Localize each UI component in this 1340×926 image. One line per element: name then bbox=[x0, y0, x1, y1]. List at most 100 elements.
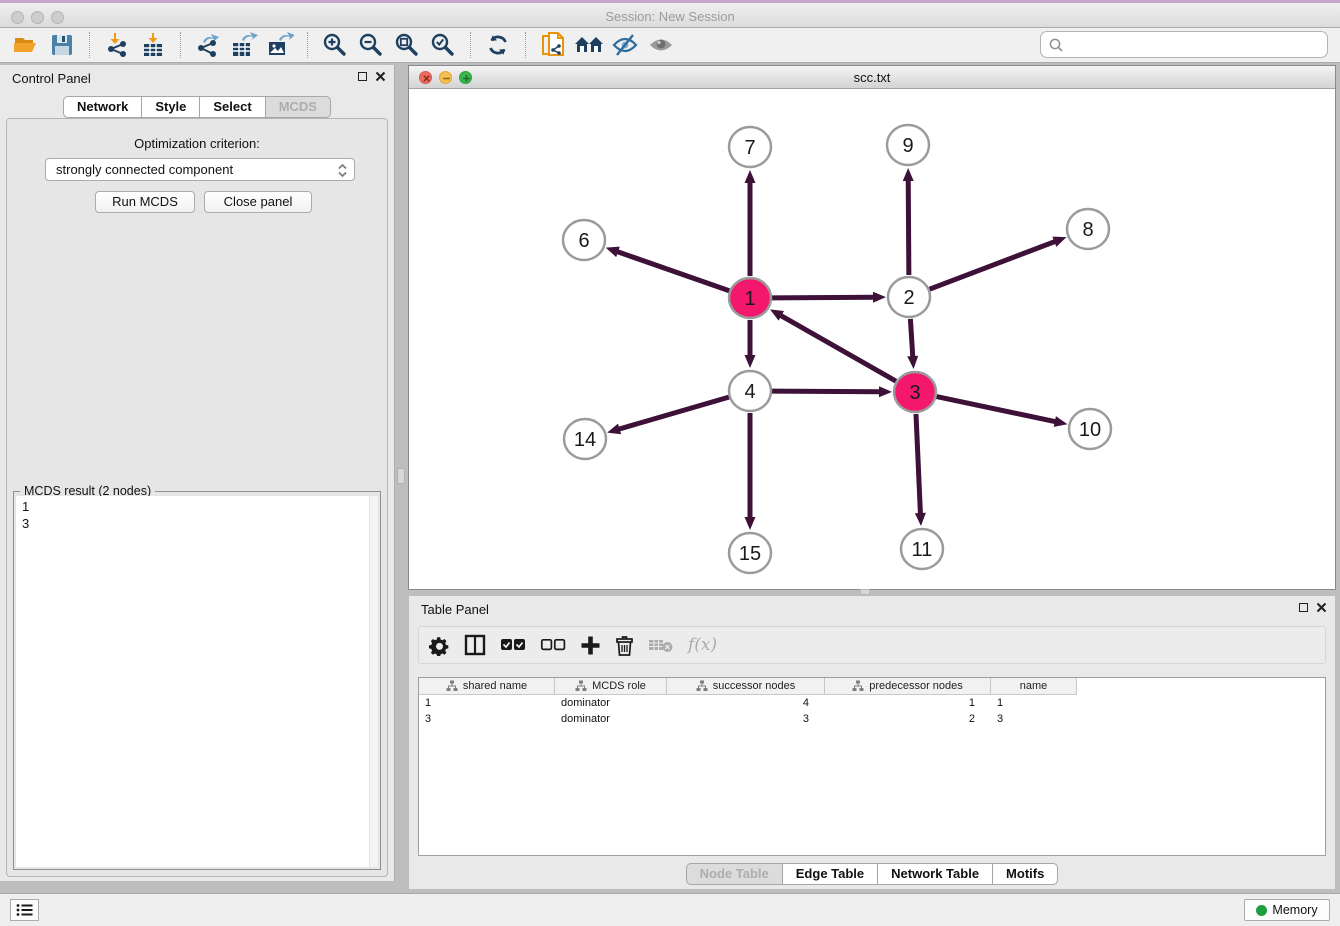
graph-edge-arrowhead bbox=[1054, 416, 1068, 427]
tab-edge-table[interactable]: Edge Table bbox=[782, 863, 878, 885]
graph-edge-3-11[interactable] bbox=[916, 414, 921, 515]
graph-node-7[interactable]: 7 bbox=[729, 127, 771, 167]
tab-network[interactable]: Network bbox=[63, 96, 142, 118]
graph-edge-arrowhead bbox=[879, 386, 892, 397]
cell-MCDS-role: dominator bbox=[555, 711, 667, 727]
first-neighbors-icon[interactable] bbox=[571, 30, 607, 60]
export-image-icon[interactable] bbox=[262, 30, 298, 60]
toolbar-separator bbox=[89, 32, 90, 58]
graph-edge-1-6[interactable] bbox=[616, 251, 729, 291]
graph-edge-arrowhead bbox=[903, 168, 914, 181]
graph-edge-1-2[interactable] bbox=[772, 297, 875, 298]
column-header-shared-name[interactable]: shared name bbox=[419, 678, 555, 695]
save-session-icon[interactable] bbox=[44, 30, 80, 60]
network-canvas[interactable]: 7 9 6 8 1 2 4 3 14 10 15 11 bbox=[409, 89, 1334, 590]
tab-motifs[interactable]: Motifs bbox=[992, 863, 1058, 885]
export-network-icon[interactable] bbox=[190, 30, 226, 60]
export-table-icon[interactable] bbox=[226, 30, 262, 60]
graph-edge-2-3[interactable] bbox=[910, 319, 912, 358]
table-row[interactable]: 1dominator411 bbox=[419, 695, 1325, 711]
graph-node-4[interactable]: 4 bbox=[729, 371, 771, 411]
settings-gear-icon[interactable] bbox=[429, 635, 450, 656]
graph-node-15[interactable]: 15 bbox=[729, 533, 771, 573]
float-panel-icon[interactable] bbox=[358, 72, 367, 81]
table-panel-title: Table Panel bbox=[421, 602, 489, 617]
zoom-fit-icon[interactable] bbox=[389, 30, 425, 60]
optimization-select[interactable]: strongly connected component bbox=[45, 158, 355, 181]
import-table-icon[interactable] bbox=[135, 30, 171, 60]
toolbar-separator bbox=[470, 32, 471, 58]
status-bar: Memory bbox=[0, 893, 1340, 926]
network-view-window: scc.txt 7 9 6 8 1 2 4 3 14 10 15 11 bbox=[408, 65, 1336, 590]
network-window-titlebar[interactable]: scc.txt bbox=[409, 66, 1335, 89]
graph-edge-4-3[interactable] bbox=[772, 391, 881, 392]
run-mcds-button[interactable]: Run MCDS bbox=[95, 191, 195, 213]
cell-name: 1 bbox=[991, 695, 1077, 711]
close-panel-icon[interactable] bbox=[375, 71, 386, 82]
scrollbar-track[interactable] bbox=[369, 496, 378, 867]
clone-network-icon[interactable] bbox=[535, 30, 571, 60]
table-panel-tabs: Node TableEdge TableNetwork TableMotifs bbox=[409, 863, 1335, 885]
zoom-out-icon[interactable] bbox=[353, 30, 389, 60]
mcds-result-line: 3 bbox=[22, 515, 29, 532]
split-divider-grip[interactable] bbox=[397, 468, 405, 484]
task-history-button[interactable] bbox=[10, 899, 39, 921]
table-row[interactable]: 3dominator323 bbox=[419, 711, 1325, 727]
mcds-panel: Optimization criterion: strongly connect… bbox=[6, 118, 388, 877]
float-panel-icon[interactable] bbox=[1299, 603, 1308, 612]
graph-node-14[interactable]: 14 bbox=[564, 419, 606, 459]
graph-edge-arrowhead bbox=[745, 517, 756, 530]
refresh-icon[interactable] bbox=[480, 30, 516, 60]
control-panel-title: Control Panel bbox=[12, 71, 91, 86]
graph-node-3[interactable]: 3 bbox=[894, 372, 936, 412]
show-column-panel-icon[interactable] bbox=[464, 634, 486, 656]
hide-selected-icon[interactable] bbox=[607, 30, 643, 60]
import-network-icon[interactable] bbox=[99, 30, 135, 60]
delete-column-icon[interactable] bbox=[615, 635, 634, 656]
table-toolbar: f(x) bbox=[418, 626, 1326, 664]
search-input[interactable] bbox=[1064, 35, 1327, 55]
graph-node-1[interactable]: 1 bbox=[729, 278, 771, 318]
graph-node-11[interactable]: 11 bbox=[901, 529, 943, 569]
zoom-selected-icon[interactable] bbox=[425, 30, 461, 60]
graph-edge-4-14[interactable] bbox=[618, 397, 729, 429]
function-builder-icon: f(x) bbox=[688, 635, 717, 655]
graph-node-9[interactable]: 9 bbox=[887, 125, 929, 165]
graph-edge-2-8[interactable] bbox=[930, 241, 1057, 289]
network-window-title: scc.txt bbox=[409, 70, 1335, 85]
column-header-label: name bbox=[1020, 680, 1048, 692]
tab-select[interactable]: Select bbox=[199, 96, 265, 118]
graph-node-8[interactable]: 8 bbox=[1067, 209, 1109, 249]
close-panel-button[interactable]: Close panel bbox=[204, 191, 312, 213]
graph-edge-arrowhead bbox=[915, 513, 926, 526]
graph-edge-3-10[interactable] bbox=[937, 397, 1057, 422]
deselect-all-icon[interactable] bbox=[540, 638, 566, 652]
column-header-name[interactable]: name bbox=[991, 678, 1077, 695]
column-header-successor-nodes[interactable]: successor nodes bbox=[667, 678, 825, 695]
show-all-icon[interactable] bbox=[643, 30, 679, 60]
column-header-MCDS-role[interactable]: MCDS role bbox=[555, 678, 667, 695]
graph-edge-3-1[interactable] bbox=[780, 315, 896, 381]
graph-edge-2-9[interactable] bbox=[908, 179, 909, 275]
tab-style[interactable]: Style bbox=[141, 96, 200, 118]
column-header-predecessor-nodes[interactable]: predecessor nodes bbox=[825, 678, 991, 695]
hierarchy-icon bbox=[446, 680, 458, 692]
graph-node-label: 2 bbox=[903, 287, 914, 309]
graph-node-2[interactable]: 2 bbox=[888, 277, 930, 317]
add-column-icon[interactable] bbox=[580, 635, 601, 656]
graph-node-10[interactable]: 10 bbox=[1069, 409, 1111, 449]
tab-node-table[interactable]: Node Table bbox=[686, 863, 783, 885]
open-session-icon[interactable] bbox=[8, 30, 44, 60]
close-icon[interactable] bbox=[1316, 602, 1327, 613]
graph-node-6[interactable]: 6 bbox=[563, 220, 605, 260]
tab-mcds[interactable]: MCDS bbox=[265, 96, 331, 118]
search-box bbox=[1040, 31, 1328, 58]
tab-network-table[interactable]: Network Table bbox=[877, 863, 993, 885]
mcds-result-textarea[interactable]: 13 bbox=[16, 496, 378, 867]
graph-edge-arrowhead bbox=[873, 292, 886, 303]
zoom-in-icon[interactable] bbox=[317, 30, 353, 60]
select-all-icon[interactable] bbox=[500, 638, 526, 652]
graph-node-label: 10 bbox=[1079, 419, 1101, 441]
main-toolbar bbox=[0, 28, 1340, 63]
memory-button[interactable]: Memory bbox=[1244, 899, 1330, 921]
